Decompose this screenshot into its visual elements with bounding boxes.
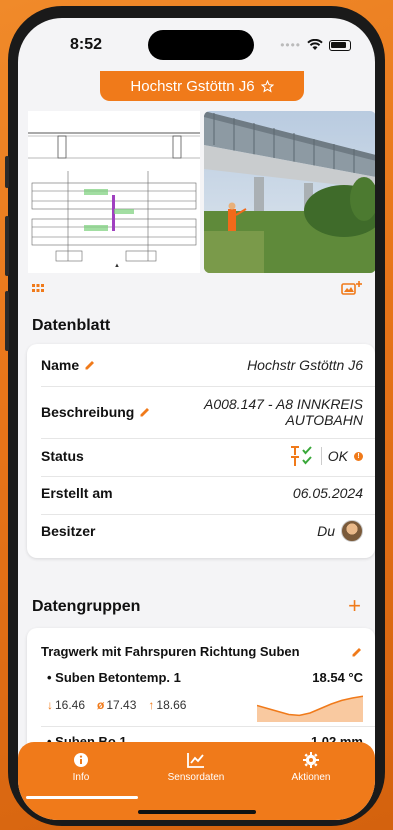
stat-min: ↓ 16.46	[47, 698, 86, 712]
tab-aktionen[interactable]: Aktionen	[256, 752, 366, 783]
status-bar: 8:52 ••••	[18, 18, 375, 68]
divider	[41, 726, 375, 727]
owner-label: Besitzer	[41, 523, 96, 539]
home-indicator	[138, 810, 256, 814]
tab-sensordaten[interactable]: Sensordaten	[141, 752, 251, 783]
edit-pencil-icon[interactable]	[351, 646, 363, 658]
divider	[41, 386, 375, 387]
status-value: OK	[327, 448, 348, 464]
datenblatt-card: Name Hochstr Gstöttn J6 Beschreibung A00…	[27, 344, 375, 558]
sensor-ok-icon	[290, 446, 312, 466]
image-gallery: ▲	[28, 111, 375, 273]
edit-pencil-icon[interactable]	[139, 406, 151, 418]
object-title-button[interactable]: Hochstr Gstöttn J6	[100, 71, 304, 101]
battery-icon	[329, 39, 351, 51]
add-group-button[interactable]: +	[348, 593, 361, 619]
active-tab-indicator	[26, 796, 138, 799]
owner-row[interactable]: Besitzer Du	[41, 520, 363, 542]
bridge-photo-image[interactable]	[204, 111, 375, 273]
created-label: Erstellt am	[41, 485, 113, 501]
stat-max: ↑ 18.66	[148, 698, 187, 712]
sensor-row[interactable]: • Suben Betontemp. 1 18.54 °C	[47, 670, 363, 685]
tab-info-label: Info	[72, 772, 90, 783]
description-label: Beschreibung	[41, 404, 135, 420]
description-row[interactable]: Beschreibung A008.147 - A8 INNKREIS AUTO…	[41, 394, 363, 430]
arrow-down-icon: ↓	[47, 698, 53, 712]
sensor-sparkline[interactable]	[257, 692, 363, 722]
status-row: Status OK !	[41, 446, 363, 466]
sensor-name: • Suben Betontemp. 1	[47, 670, 181, 685]
average-icon: ø	[97, 698, 105, 712]
signal-icon: ••••	[280, 38, 301, 52]
divider	[41, 476, 375, 477]
arrow-up-icon: ↑	[148, 698, 155, 712]
info-icon[interactable]: !	[354, 451, 363, 461]
volume-up-button	[5, 216, 9, 276]
chart-line-icon	[187, 753, 204, 768]
silent-switch	[5, 156, 9, 188]
dynamic-island	[148, 30, 254, 60]
name-row[interactable]: Name Hochstr Gstöttn J6	[41, 357, 363, 373]
owner-value: Du	[317, 523, 335, 539]
status-icons: ••••	[280, 38, 351, 52]
created-row: Erstellt am 06.05.2024	[41, 485, 363, 501]
stat-avg: ø 17.43	[97, 698, 137, 712]
tab-sensordaten-label: Sensordaten	[167, 772, 225, 783]
edit-pencil-icon[interactable]	[84, 359, 96, 371]
add-image-icon[interactable]	[341, 280, 363, 296]
datenblatt-heading: Datenblatt	[32, 317, 111, 334]
svg-text:▲: ▲	[114, 263, 120, 269]
bottom-tab-bar: Info Sensordaten Aktionen	[18, 742, 375, 820]
group-title: Tragwerk mit Fahrspuren Richtung Suben	[41, 644, 300, 659]
status-label: Status	[41, 448, 84, 464]
group-title-row[interactable]: Tragwerk mit Fahrspuren Richtung Suben	[41, 644, 363, 659]
sparkline-area	[257, 696, 363, 722]
volume-down-button	[5, 291, 9, 351]
grid-view-icon[interactable]	[32, 284, 44, 294]
wifi-icon	[307, 39, 323, 50]
created-value: 06.05.2024	[292, 485, 363, 501]
star-outline-icon[interactable]	[260, 79, 274, 93]
status-time: 8:52	[70, 36, 103, 53]
bridge-drawing-image[interactable]: ▲	[28, 111, 200, 273]
info-circle-icon	[74, 753, 88, 767]
gear-icon	[303, 752, 319, 768]
name-label: Name	[41, 357, 80, 373]
sensor-stats: ↓ 16.46 ø 17.43 ↑ 18.66	[47, 698, 198, 712]
avatar[interactable]	[341, 520, 363, 542]
tab-info[interactable]: Info	[26, 752, 136, 783]
name-value: Hochstr Gstöttn J6	[247, 357, 363, 373]
sensor-value: 18.54 °C	[312, 670, 363, 685]
app-screen: 8:52 •••• Hochstr Gstöttn J6 ▲ Datenblat…	[18, 18, 375, 820]
datengruppen-heading: Datengruppen	[32, 598, 141, 615]
divider	[41, 514, 375, 515]
object-title: Hochstr Gstöttn J6	[130, 77, 255, 95]
description-value: A008.147 - A8 INNKREIS AUTOBAHN	[203, 396, 363, 428]
tab-aktionen-label: Aktionen	[291, 772, 331, 783]
divider	[41, 438, 375, 439]
